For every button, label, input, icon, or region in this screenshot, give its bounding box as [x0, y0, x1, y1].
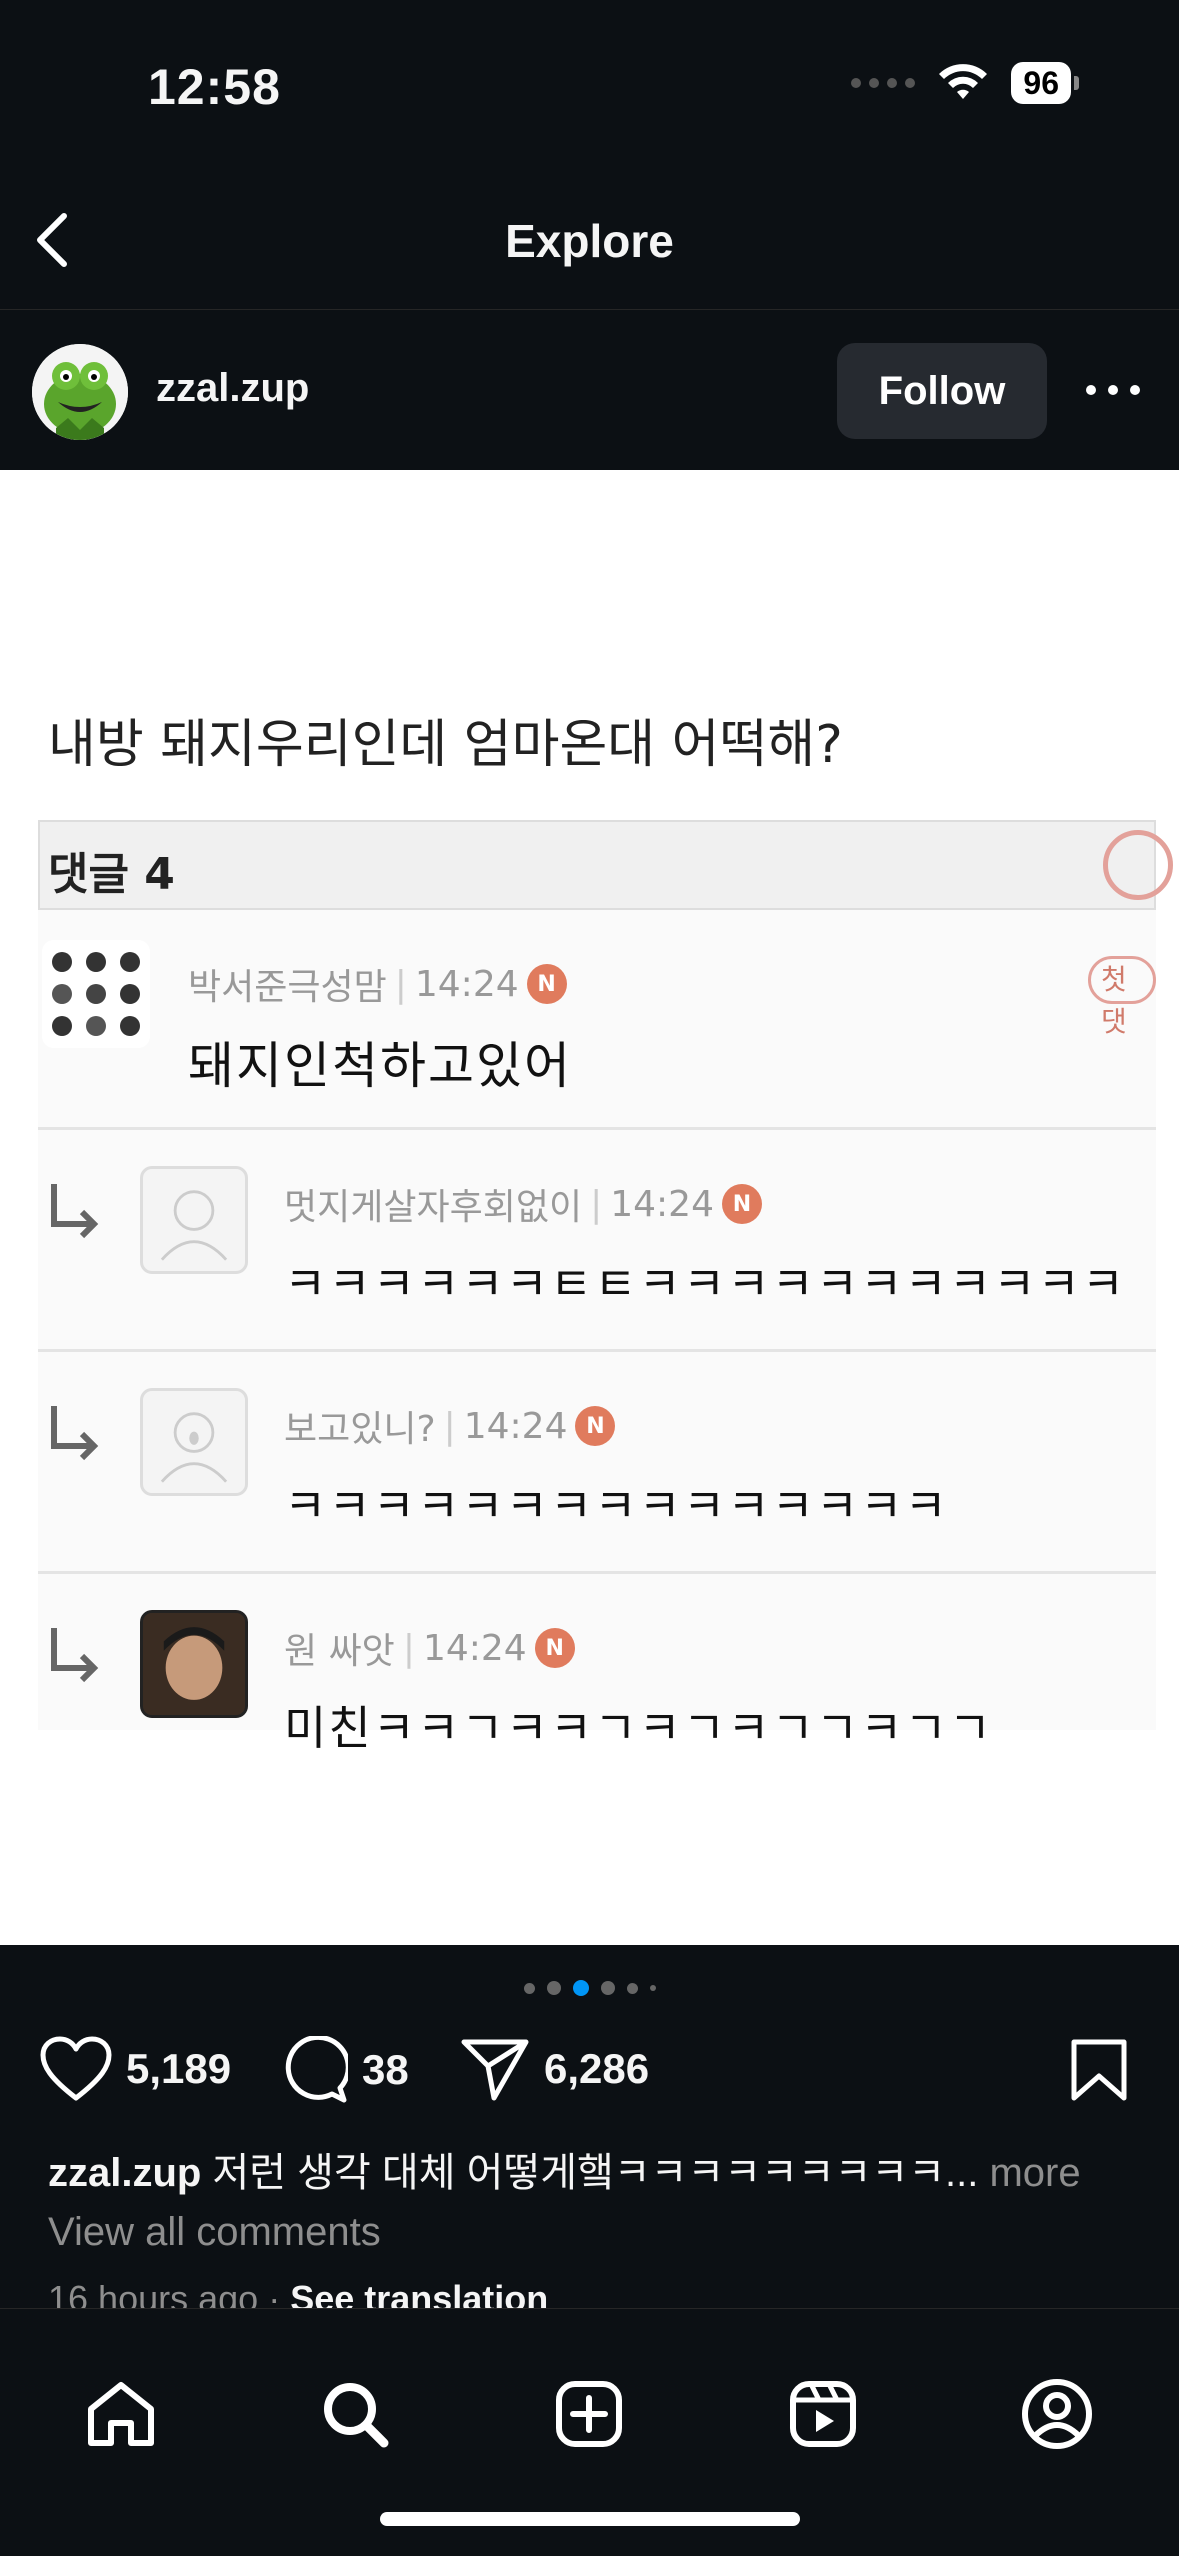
new-badge: N: [526, 964, 567, 1004]
comment-text: ㅋㅋㅋㅋㅋㅋㅌㅌㅋㅋㅋㅋㅋㅋㅋㅋㅋㅋㅋ: [284, 1257, 1127, 1311]
default-avatar-icon: [140, 1388, 248, 1496]
reels-icon: [790, 2381, 856, 2447]
tab-create[interactable]: [544, 2369, 634, 2459]
share-button[interactable]: 6,286: [460, 2036, 649, 2102]
post-image[interactable]: 내방 돼지우리인데 엄마온대 어떡해? 댓글 4 박서준극성맘 | 14:24 …: [0, 470, 1179, 1945]
default-avatar-icon: [140, 1166, 248, 1274]
save-button[interactable]: [1070, 2038, 1128, 2107]
post-header: zzal.zup Follow: [0, 310, 1179, 470]
comment-author: 박서준극성맘: [188, 967, 387, 1008]
reply-arrow-icon: [51, 1628, 99, 1683]
carousel-dot: [572, 1980, 589, 1996]
tab-home[interactable]: [76, 2369, 166, 2459]
comment-bubble-icon: [285, 2036, 348, 2103]
bookmark-icon: [1071, 2039, 1127, 2101]
nav-header: Explore: [0, 170, 1179, 310]
new-badge: N: [575, 1406, 616, 1446]
tab-reels[interactable]: [778, 2369, 868, 2459]
carousel-dot: [600, 1981, 615, 1995]
carousel-dot: [546, 1981, 561, 1995]
comment-time: 14:24: [463, 1405, 568, 1447]
comment-meta: 보고있니? | 14:24 N: [284, 1400, 616, 1452]
caption-text: 저런 생각 대체 어떻게햌ㅋㅋㅋㅋㅋㅋㅋㅋㅋ...: [212, 2151, 979, 2195]
see-translation-link[interactable]: See translation: [290, 2278, 548, 2308]
reply-arrow-icon: [51, 1184, 99, 1239]
new-badge: N: [534, 1628, 575, 1668]
board-title: 내방 돼지우리인데 엄마온대 어떡해?: [48, 715, 843, 775]
ellipsis-icon: [1086, 385, 1096, 395]
comment-text: 미친ㅋㅋㄱㅋㅋㄱㅋㄱㅋㄱㄱㅋㄱㄱ: [284, 1701, 994, 1755]
status-time: 12:58: [148, 59, 281, 115]
reply-arrow-icon: [51, 1406, 99, 1461]
comment-count-label: 댓글 4: [48, 849, 175, 900]
view-all-comments-link[interactable]: View all comments: [48, 2210, 381, 2255]
refresh-icon: [1103, 830, 1173, 900]
comment-button[interactable]: 38: [280, 2036, 409, 2104]
comment-time: 14:24: [422, 1627, 527, 1669]
carousel-dot: [649, 1985, 656, 1991]
carousel-dot: [523, 1982, 535, 1994]
post-time-row: 16 hours ago · See translation: [48, 2278, 548, 2308]
more-options-button[interactable]: [1086, 370, 1140, 410]
wifi-icon: [939, 64, 988, 99]
cellular-signal-icon: [851, 78, 916, 88]
send-icon: [461, 2039, 529, 2101]
avatar: [140, 1610, 248, 1718]
search-icon: [324, 2383, 389, 2448]
tab-profile[interactable]: [1012, 2369, 1102, 2459]
avatar: [42, 940, 150, 1048]
create-icon: [556, 2381, 622, 2447]
like-button[interactable]: 5,189: [40, 2036, 231, 2102]
caption-username[interactable]: zzal.zup: [48, 2151, 201, 2195]
carousel-indicator: [0, 1980, 1179, 1996]
comment-author: 멋지게살자후회없이: [284, 1187, 583, 1228]
post-username[interactable]: zzal.zup: [156, 366, 309, 411]
kermit-avatar-icon: [32, 344, 128, 440]
comment-time: 14:24: [414, 963, 519, 1005]
page-title: Explore: [505, 215, 674, 267]
comment-meta: 박서준극성맘 | 14:24 N: [188, 958, 567, 1010]
tab-search[interactable]: [310, 2369, 400, 2459]
battery-icon: 96: [1011, 62, 1079, 104]
comment-author: 보고있니?: [284, 1409, 436, 1450]
first-comment-badge: 첫댓: [1088, 956, 1156, 1038]
home-indicator: [380, 2512, 800, 2526]
comment-header: 댓글 4: [38, 820, 1173, 910]
new-badge: N: [721, 1184, 762, 1224]
share-count: 6,286: [544, 2045, 650, 2092]
comment-time: 14:24: [610, 1183, 714, 1225]
battery-level: 96: [1011, 62, 1071, 104]
comment-row: 원 싸앗 | 14:24 N 미친ㅋㅋㄱㅋㅋㄱㅋㄱㅋㄱㄱㅋㄱㄱ: [38, 1574, 1156, 1755]
comment-section: 댓글 4 박서준극성맘 | 14:24 N 돼지인척하고있어 첫댓 멋지게살자후…: [38, 820, 1173, 1755]
comment-row: 멋지게살자후회없이 | 14:24 N ㅋㅋㅋㅋㅋㅋㅌㅌㅋㅋㅋㅋㅋㅋㅋㅋㅋㅋㅋ: [38, 1130, 1156, 1352]
comment-count: 38: [362, 2046, 409, 2093]
heart-icon: [40, 2036, 112, 2101]
comment-text: ㅋㅋㅋㅋㅋㅋㅋㅋㅋㅋㅋㅋㅋㅋㅋ: [284, 1479, 949, 1533]
comment-author: 원 싸앗: [284, 1631, 395, 1672]
more-link[interactable]: more: [989, 2151, 1080, 2195]
carousel-dot: [626, 1982, 638, 1994]
home-icon: [88, 2382, 154, 2446]
like-count: 5,189: [126, 2045, 232, 2092]
status-bar: 12:58 96: [0, 0, 1179, 170]
status-indicators: 96: [851, 62, 1079, 104]
avatar[interactable]: [32, 344, 128, 440]
action-bar: 5,189 38 6,286: [0, 2030, 1179, 2110]
post-caption[interactable]: zzal.zup 저런 생각 대체 어떻게햌ㅋㅋㅋㅋㅋㅋㅋㅋㅋ... more: [48, 2140, 1081, 2198]
follow-button[interactable]: Follow: [837, 343, 1047, 439]
post-time: 16 hours ago: [48, 2278, 259, 2308]
comment-row: 박서준극성맘 | 14:24 N 돼지인척하고있어 첫댓: [38, 910, 1156, 1130]
comment-row: 보고있니? | 14:24 N ㅋㅋㅋㅋㅋㅋㅋㅋㅋㅋㅋㅋㅋㅋㅋ: [38, 1352, 1156, 1574]
comment-text: 돼지인척하고있어: [188, 1037, 572, 1095]
comment-meta: 멋지게살자후회없이 | 14:24 N: [284, 1178, 762, 1230]
comment-meta: 원 싸앗 | 14:24 N: [284, 1622, 575, 1674]
profile-icon: [1022, 2379, 1092, 2449]
